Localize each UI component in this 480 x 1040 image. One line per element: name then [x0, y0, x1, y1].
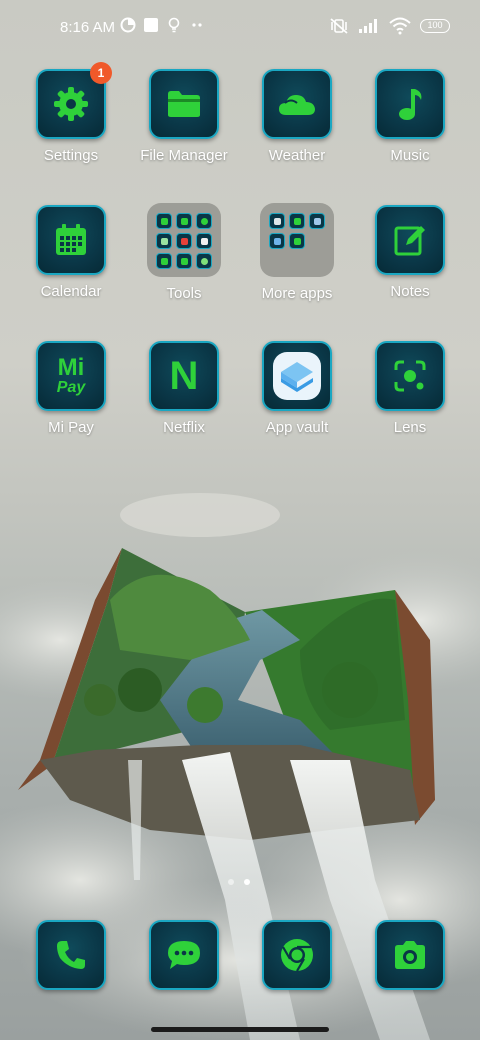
- data-saver-icon: [120, 17, 136, 33]
- lens-tile[interactable]: [375, 341, 445, 411]
- square-notification-icon: [144, 18, 158, 32]
- weather-tile[interactable]: [262, 69, 332, 139]
- mi-pay-tile[interactable]: Mi Pay: [36, 341, 106, 411]
- mini-app-icon: [156, 213, 172, 229]
- app-lens[interactable]: Lens: [355, 341, 465, 451]
- mini-app-icon: [176, 253, 192, 269]
- folder-tools[interactable]: Tools: [129, 203, 239, 313]
- app-label: Lens: [393, 419, 427, 436]
- mini-app-icon: [156, 253, 172, 269]
- calendar-icon: [56, 224, 86, 255]
- app-vault-icon: [273, 352, 321, 400]
- mi-pay-icon: Mi Pay: [57, 356, 85, 396]
- notification-badge: 1: [90, 62, 112, 84]
- status-left-icons: [120, 17, 205, 33]
- app-label: Music: [390, 147, 430, 164]
- camera-tile[interactable]: [375, 920, 445, 990]
- page-dot-active[interactable]: [244, 879, 250, 885]
- mini-app-icon: [289, 233, 305, 249]
- mini-app-icon: [196, 253, 212, 269]
- app-netflix[interactable]: N Netflix: [129, 341, 239, 451]
- camera-icon: [395, 941, 425, 969]
- bulb-icon: [168, 17, 180, 33]
- app-vault-tile[interactable]: [262, 341, 332, 411]
- page-indicator: [228, 879, 250, 885]
- app-label: App vault: [265, 419, 329, 436]
- app-weather[interactable]: Weather: [242, 69, 352, 179]
- phone-icon: [57, 941, 85, 969]
- dock-phone[interactable]: [36, 920, 106, 990]
- dock-camera[interactable]: [375, 920, 445, 990]
- gear-icon: [54, 87, 88, 121]
- app-file-manager[interactable]: File Manager: [129, 69, 239, 179]
- app-label: Mi Pay: [48, 419, 94, 436]
- page-dot[interactable]: [228, 879, 234, 885]
- gesture-nav-bar[interactable]: [151, 1027, 329, 1032]
- status-right-icons: 100: [329, 16, 450, 36]
- phone-tile[interactable]: [36, 920, 106, 990]
- dock-messages[interactable]: [149, 920, 219, 990]
- folder-more-apps[interactable]: More apps: [242, 203, 352, 313]
- mini-app-icon: [309, 213, 325, 229]
- chrome-tile[interactable]: [262, 920, 332, 990]
- mini-app-icon: [269, 213, 285, 229]
- more-apps-folder-grid[interactable]: [260, 203, 334, 277]
- tools-folder-grid[interactable]: [147, 203, 221, 277]
- lens-icon: [394, 360, 426, 392]
- battery-indicator: 100: [420, 19, 450, 33]
- app-label: Calendar: [40, 283, 102, 300]
- app-settings[interactable]: 1 Settings: [16, 62, 126, 179]
- signal-icon: [359, 19, 377, 33]
- app-label: More apps: [261, 285, 333, 302]
- notes-pencil-icon: [394, 226, 425, 256]
- mini-app-icon: [176, 213, 192, 229]
- mini-app-icon: [269, 233, 285, 249]
- mi-pay-icon-bottom: Pay: [56, 379, 86, 396]
- mini-app-icon: [196, 213, 212, 229]
- netflix-icon: N: [169, 353, 199, 398]
- message-bubble-icon: [168, 941, 200, 969]
- mini-app-icon: [196, 233, 212, 249]
- app-music[interactable]: Music: [355, 69, 465, 179]
- file-manager-tile[interactable]: [149, 69, 219, 139]
- netflix-tile[interactable]: N: [149, 341, 219, 411]
- app-notes[interactable]: Notes: [355, 205, 465, 315]
- mini-app-icon: [289, 213, 305, 229]
- app-label: Weather: [268, 147, 326, 164]
- messages-tile[interactable]: [149, 920, 219, 990]
- app-app-vault[interactable]: App vault: [242, 341, 352, 451]
- more-dots-icon: [192, 23, 202, 27]
- status-time: 8:16 AM: [60, 19, 116, 36]
- mini-app-icon: [156, 233, 172, 249]
- app-label: Netflix: [163, 419, 205, 436]
- app-label: Notes: [390, 283, 430, 300]
- app-label: Tools: [166, 285, 202, 302]
- music-note-icon: [399, 89, 422, 120]
- cloud-icon: [279, 95, 315, 115]
- app-label: Settings: [43, 147, 99, 164]
- notes-tile[interactable]: [375, 205, 445, 275]
- wifi-icon: [389, 17, 411, 35]
- app-label: File Manager: [140, 147, 228, 164]
- chrome-icon: [281, 939, 313, 972]
- calendar-tile[interactable]: [36, 205, 106, 275]
- muted-vibrate-icon: [330, 18, 348, 34]
- music-tile[interactable]: [375, 69, 445, 139]
- mini-app-icon: [176, 233, 192, 249]
- mi-pay-icon-top: Mi: [57, 354, 85, 381]
- folder-icon: [168, 91, 200, 117]
- app-calendar[interactable]: Calendar: [16, 205, 126, 315]
- dock-chrome[interactable]: [262, 920, 332, 990]
- status-bar: 8:16 AM 100: [0, 0, 480, 56]
- settings-tile[interactable]: 1: [36, 62, 112, 139]
- app-mi-pay[interactable]: Mi Pay Mi Pay: [16, 341, 126, 451]
